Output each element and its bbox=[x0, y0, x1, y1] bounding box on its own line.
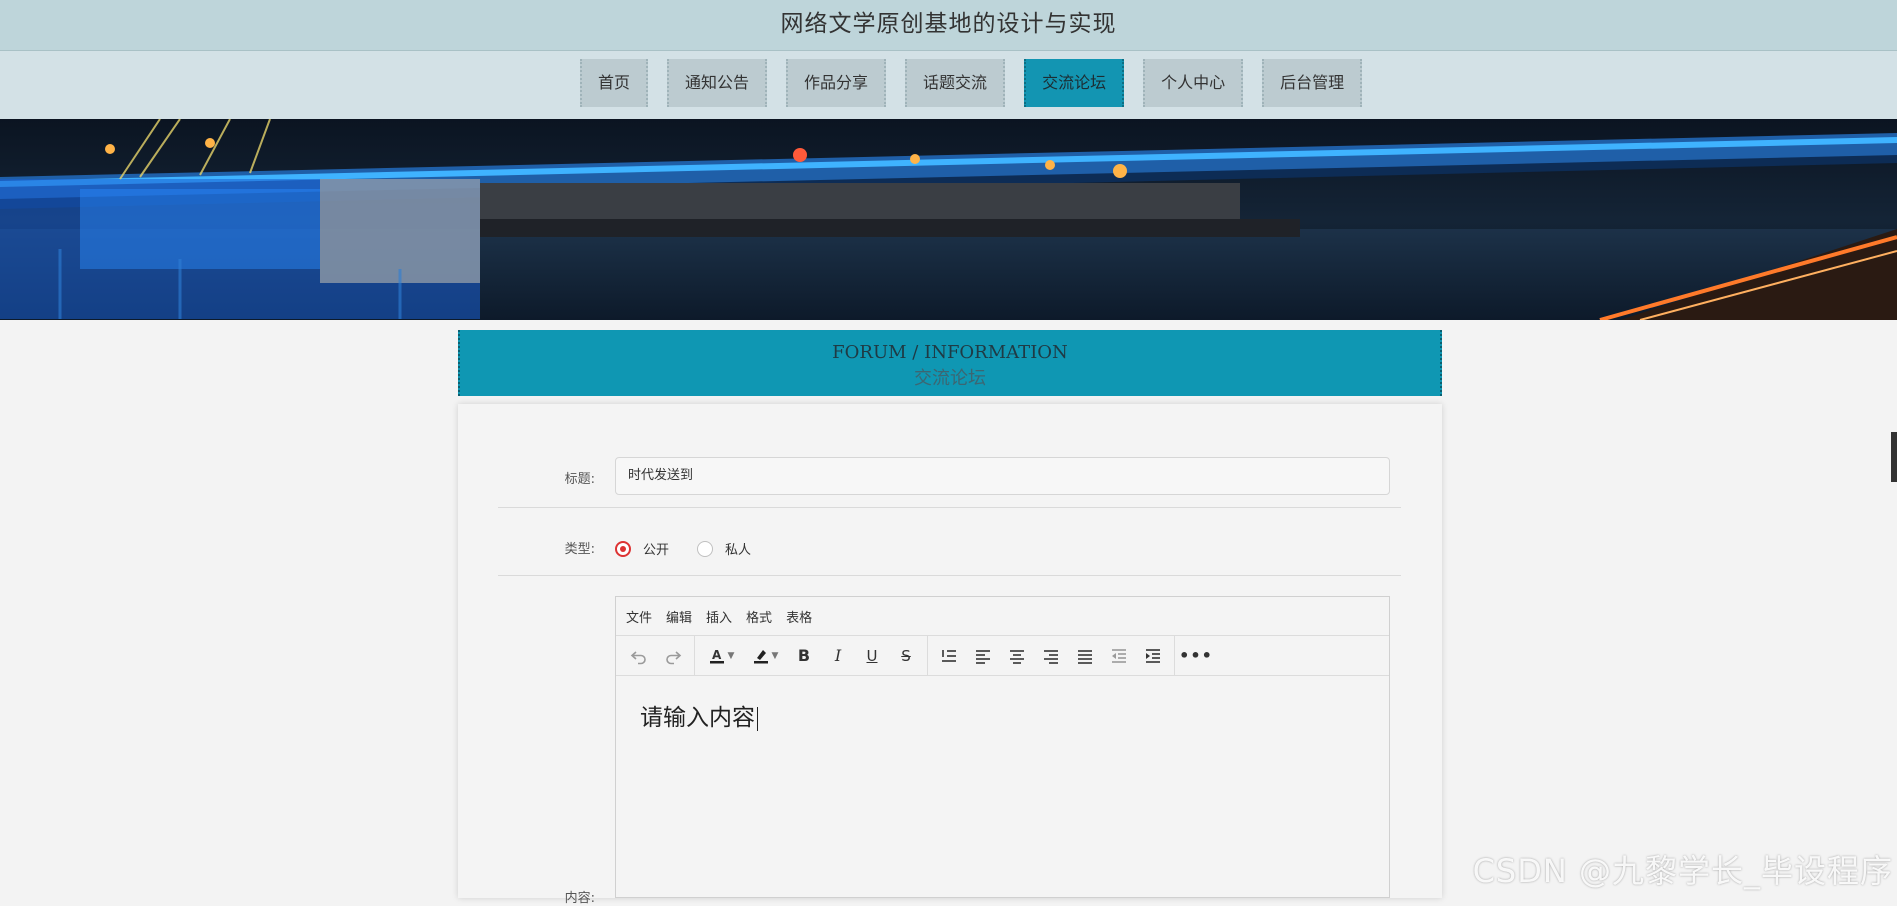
nav-item-admin[interactable]: 后台管理 bbox=[1262, 59, 1363, 107]
menu-table[interactable]: 表格 bbox=[786, 607, 812, 626]
text-cursor bbox=[757, 706, 758, 731]
nav-items: 首页 通知公告 作品分享 话题交流 交流论坛 个人中心 后台管理 bbox=[580, 59, 1381, 107]
toolbar-separator bbox=[694, 636, 695, 675]
radio-private[interactable]: 私人 bbox=[697, 539, 751, 558]
toolbar-separator bbox=[927, 636, 928, 675]
editor-toolbar: A ▼ ▼ B I U S ••• bbox=[616, 636, 1389, 676]
editor-menubar: 文件 编辑 插入 格式 表格 bbox=[616, 597, 1389, 636]
radio-public-label: 公开 bbox=[643, 543, 670, 558]
rich-text-editor[interactable]: 文件 编辑 插入 格式 表格 A ▼ ▼ B I U S ••• 请输入内容 bbox=[615, 596, 1390, 898]
underline-icon[interactable]: U bbox=[855, 641, 889, 671]
radio-private-label: 私人 bbox=[725, 543, 752, 558]
radio-public-circle[interactable] bbox=[615, 540, 631, 557]
menu-insert[interactable]: 插入 bbox=[706, 607, 732, 626]
divider bbox=[498, 575, 1401, 576]
nav-item-home[interactable]: 首页 bbox=[580, 59, 649, 107]
site-title: 网络文学原创基地的设计与实现 bbox=[780, 11, 1117, 37]
menu-format[interactable]: 格式 bbox=[746, 607, 772, 626]
italic-icon[interactable]: I bbox=[821, 641, 855, 671]
radio-public[interactable]: 公开 bbox=[615, 539, 669, 558]
section-header: FORUM / INFORMATION 交流论坛 bbox=[458, 330, 1442, 396]
align-left-icon[interactable] bbox=[966, 641, 1000, 671]
line-height-icon[interactable] bbox=[932, 641, 966, 671]
top-title-bar: 网络文学原创基地的设计与实现 bbox=[0, 0, 1897, 51]
redo-icon[interactable] bbox=[656, 641, 690, 671]
editor-placeholder: 请输入内容 bbox=[640, 705, 755, 731]
editor-content-area[interactable]: 请输入内容 bbox=[616, 676, 1389, 754]
menu-file[interactable]: 文件 bbox=[626, 607, 652, 626]
svg-text:A: A bbox=[712, 648, 722, 662]
divider bbox=[498, 507, 1401, 508]
main-navbar: 首页 通知公告 作品分享 话题交流 交流论坛 个人中心 后台管理 bbox=[0, 51, 1897, 119]
nav-item-forum[interactable]: 交流论坛 bbox=[1024, 59, 1125, 107]
side-scroll-tab[interactable] bbox=[1891, 432, 1897, 482]
type-label: 类型: bbox=[564, 542, 595, 557]
nav-item-notices[interactable]: 通知公告 bbox=[667, 59, 768, 107]
toolbar-separator bbox=[1174, 636, 1175, 675]
more-icon[interactable]: ••• bbox=[1179, 641, 1213, 671]
outdent-icon[interactable] bbox=[1102, 641, 1136, 671]
watermark-text: CSDN @九黎学长_毕设程序 bbox=[1472, 852, 1893, 890]
highlight-icon[interactable]: ▼ bbox=[743, 641, 787, 671]
banner-image bbox=[0, 119, 1897, 320]
align-right-icon[interactable] bbox=[1034, 641, 1068, 671]
nav-item-personal[interactable]: 个人中心 bbox=[1143, 59, 1244, 107]
align-center-icon[interactable] bbox=[1000, 641, 1034, 671]
align-justify-icon[interactable] bbox=[1068, 641, 1102, 671]
bold-icon[interactable]: B bbox=[787, 641, 821, 671]
indent-icon[interactable] bbox=[1136, 641, 1170, 671]
nav-item-works[interactable]: 作品分享 bbox=[786, 59, 887, 107]
undo-icon[interactable] bbox=[622, 641, 656, 671]
section-title-cn: 交流论坛 bbox=[914, 368, 986, 389]
section-title-en: FORUM / INFORMATION bbox=[832, 342, 1068, 363]
nav-item-topics[interactable]: 话题交流 bbox=[905, 59, 1006, 107]
title-input[interactable]: 时代发送到 bbox=[615, 457, 1390, 495]
text-color-icon[interactable]: A ▼ bbox=[699, 641, 743, 671]
strikethrough-icon[interactable]: S bbox=[889, 641, 923, 671]
content-label: 内容: bbox=[564, 891, 595, 906]
title-label: 标题: bbox=[564, 472, 595, 487]
radio-private-circle[interactable] bbox=[697, 540, 713, 557]
menu-edit[interactable]: 编辑 bbox=[666, 607, 692, 626]
